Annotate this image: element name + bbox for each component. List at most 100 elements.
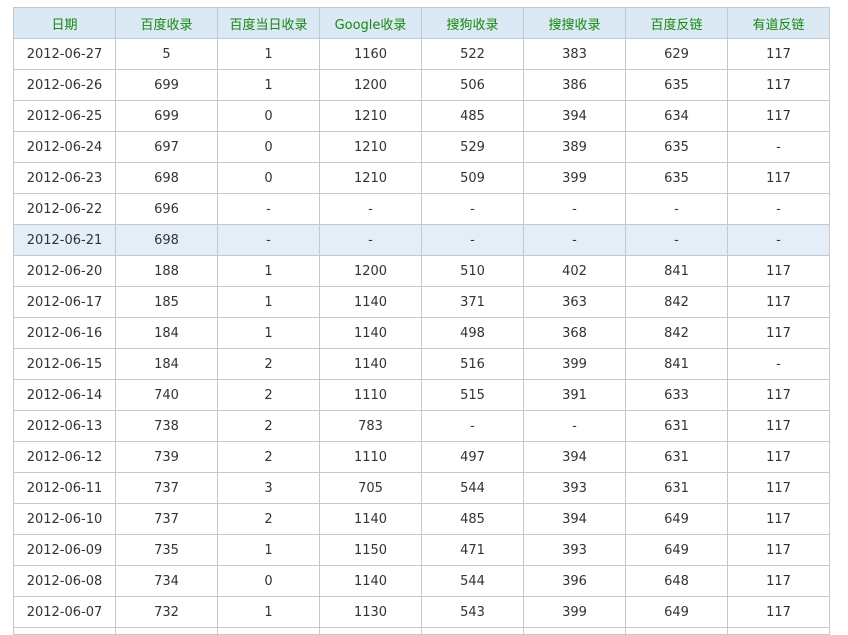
cell-soso-indexed: 399	[523, 162, 626, 194]
cell-baidu-backlinks: 842	[625, 286, 728, 318]
cell-baidu-today-indexed: 0	[217, 162, 320, 194]
cell-soso-indexed: 368	[523, 317, 626, 349]
cell-baidu-indexed: 732	[115, 596, 218, 628]
header-date: 日期	[13, 7, 116, 39]
index-stats-table: 日期 百度收录 百度当日收录 Google收录 搜狗收录 搜搜收录 百度反链 有…	[13, 7, 830, 635]
cell-sogou-indexed: 498	[421, 317, 524, 349]
cell-soso-indexed: 391	[523, 379, 626, 411]
cell-baidu-indexed: 699	[115, 69, 218, 101]
cell-date: 2012-06-16	[13, 317, 116, 349]
cell-baidu-indexed: 738	[115, 410, 218, 442]
cell-date: 2012-06-10	[13, 503, 116, 535]
cell-baidu-today-indexed: 0	[217, 131, 320, 163]
cell-baidu-indexed: 699	[115, 100, 218, 132]
cell-baidu-backlinks: 635	[625, 131, 728, 163]
cell-sogou-indexed: 516	[421, 348, 524, 380]
cell-sogou-indexed: 485	[421, 503, 524, 535]
cell-google-indexed: 1140	[319, 503, 422, 535]
cell-baidu-today-indexed: 1	[217, 596, 320, 628]
cell-baidu-backlinks: 648	[625, 565, 728, 597]
header-soso-indexed: 搜搜收录	[523, 7, 626, 39]
cell-baidu-today-indexed: 1	[217, 317, 320, 349]
cell-youdao-backlinks: -	[727, 193, 830, 225]
table-row: 2012-06-20 188 1 1200 510 402 841 117	[13, 255, 830, 287]
cell-sogou-indexed: -	[421, 410, 524, 442]
table-row: 2012-06-27 5 1 1160 522 383 629 117	[13, 38, 830, 70]
cell-baidu-indexed: 739	[115, 441, 218, 473]
cell-baidu-today-indexed: 3	[217, 472, 320, 504]
table-row: 2012-06-26 699 1 1200 506 386 635 117	[13, 69, 830, 101]
cell-empty	[319, 627, 422, 635]
cell-google-indexed: -	[319, 224, 422, 256]
cell-baidu-backlinks: -	[625, 193, 728, 225]
cell-baidu-backlinks: 649	[625, 503, 728, 535]
cell-date: 2012-06-23	[13, 162, 116, 194]
cell-sogou-indexed: -	[421, 193, 524, 225]
cell-baidu-today-indexed: 2	[217, 379, 320, 411]
cell-empty	[217, 627, 320, 635]
cell-baidu-today-indexed: -	[217, 193, 320, 225]
cell-sogou-indexed: 544	[421, 472, 524, 504]
cell-date: 2012-06-15	[13, 348, 116, 380]
cell-google-indexed: 1140	[319, 286, 422, 318]
cell-sogou-indexed: 485	[421, 100, 524, 132]
cell-google-indexed: 783	[319, 410, 422, 442]
cell-baidu-backlinks: 629	[625, 38, 728, 70]
cell-baidu-backlinks: 635	[625, 162, 728, 194]
cell-date: 2012-06-24	[13, 131, 116, 163]
cell-soso-indexed: 396	[523, 565, 626, 597]
cell-youdao-backlinks: 117	[727, 472, 830, 504]
cell-baidu-backlinks: 631	[625, 410, 728, 442]
cell-baidu-today-indexed: 2	[217, 503, 320, 535]
cell-google-indexed: 1140	[319, 317, 422, 349]
cell-youdao-backlinks: -	[727, 131, 830, 163]
cell-date: 2012-06-21	[13, 224, 116, 256]
header-google-indexed: Google收录	[319, 7, 422, 39]
cell-youdao-backlinks: 117	[727, 441, 830, 473]
cell-soso-indexed: 399	[523, 596, 626, 628]
cell-sogou-indexed: -	[421, 224, 524, 256]
cell-baidu-backlinks: 841	[625, 255, 728, 287]
cell-soso-indexed: 394	[523, 441, 626, 473]
cell-sogou-indexed: 515	[421, 379, 524, 411]
cell-baidu-backlinks: 633	[625, 379, 728, 411]
cell-youdao-backlinks: 117	[727, 534, 830, 566]
cell-soso-indexed: 394	[523, 503, 626, 535]
cell-date: 2012-06-12	[13, 441, 116, 473]
cell-youdao-backlinks: 117	[727, 503, 830, 535]
cell-baidu-today-indexed: -	[217, 224, 320, 256]
cell-baidu-today-indexed: 2	[217, 348, 320, 380]
table-row: 2012-06-10 737 2 1140 485 394 649 117	[13, 503, 830, 535]
cell-youdao-backlinks: 117	[727, 162, 830, 194]
table-row: 2012-06-13 738 2 783- -631 117	[13, 410, 830, 442]
cell-baidu-backlinks: 649	[625, 596, 728, 628]
cell-baidu-indexed: 737	[115, 472, 218, 504]
cell-google-indexed: 1210	[319, 131, 422, 163]
cell-youdao-backlinks: 117	[727, 255, 830, 287]
cell-google-indexed: 1210	[319, 100, 422, 132]
cell-sogou-indexed: 371	[421, 286, 524, 318]
cell-soso-indexed: -	[523, 224, 626, 256]
cell-baidu-backlinks: 842	[625, 317, 728, 349]
table-row: 2012-06-09 735 1 1150 471 393 649 117	[13, 534, 830, 566]
cell-baidu-indexed: 5	[115, 38, 218, 70]
cell-sogou-indexed: 497	[421, 441, 524, 473]
cell-google-indexed: 1150	[319, 534, 422, 566]
cell-empty	[421, 627, 524, 635]
cell-baidu-indexed: 184	[115, 317, 218, 349]
cell-baidu-today-indexed: 1	[217, 286, 320, 318]
cell-date: 2012-06-08	[13, 565, 116, 597]
cell-soso-indexed: 393	[523, 534, 626, 566]
table-row: 2012-06-25 699 0 1210 485 394 634 117	[13, 100, 830, 132]
cell-youdao-backlinks: 117	[727, 410, 830, 442]
cell-google-indexed: 1210	[319, 162, 422, 194]
cell-baidu-backlinks: -	[625, 224, 728, 256]
cell-baidu-indexed: 735	[115, 534, 218, 566]
cell-youdao-backlinks: -	[727, 348, 830, 380]
cell-date: 2012-06-14	[13, 379, 116, 411]
cell-google-indexed: 705	[319, 472, 422, 504]
cell-youdao-backlinks: 117	[727, 38, 830, 70]
cell-baidu-today-indexed: 1	[217, 534, 320, 566]
cell-baidu-indexed: 188	[115, 255, 218, 287]
cell-google-indexed: -	[319, 193, 422, 225]
